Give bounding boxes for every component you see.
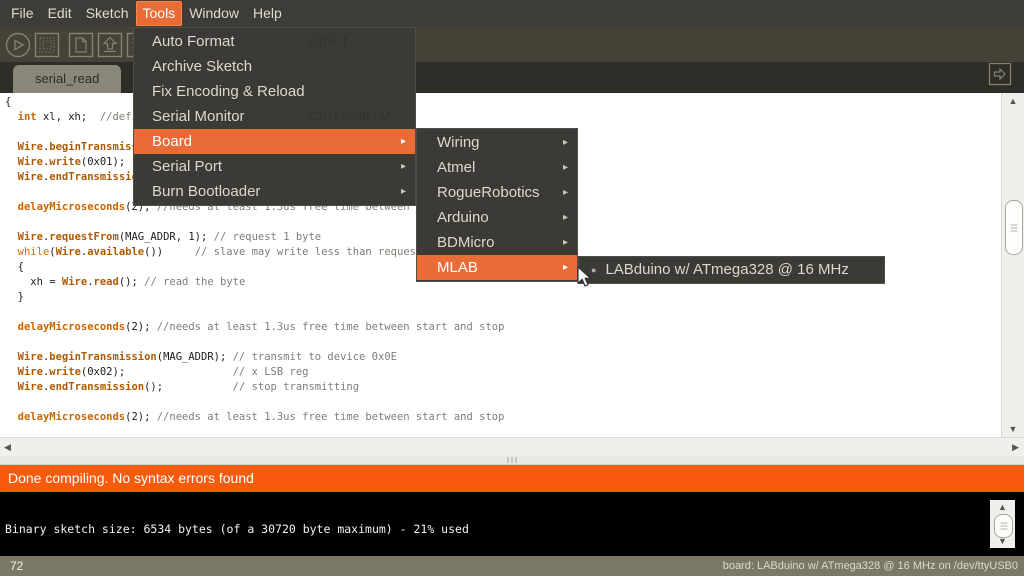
menu-item-label: MLAB [437,259,478,276]
submenu-arrow-icon: ▸ [563,205,568,230]
tools-menu-item-burn-bootloader[interactable]: Burn Bootloader ▸ [134,179,415,204]
menu-item-label: Auto Format [152,33,235,50]
tools-menu-item-serial-monitor[interactable]: Serial Monitor Ctrl+Shift+M [134,104,415,129]
thumb-grip [1011,224,1018,231]
scrollbar-thumb[interactable] [1005,200,1023,255]
code-line: Wire.beginTransmission(MAG_ADDR); // tra… [5,350,504,365]
tools-menu: Auto Format Ctrl+T Archive Sketch Fix Encod… [133,27,416,206]
serial-monitor-button[interactable] [988,62,1012,86]
verify-button[interactable] [5,32,31,58]
tools-menu-item-auto-format[interactable]: Auto Format Ctrl+T [134,29,415,54]
code-line [5,305,504,320]
board-menu-item-wiring[interactable]: Wiring ▸ [417,130,577,155]
thumb-grip [1000,523,1007,530]
console-output: Binary sketch size: 6534 bytes (of a 307… [0,492,1024,556]
menu-item-label: Archive Sketch [152,58,252,75]
footer-status-bar: 72 board: LABduino w/ ATmega328 @ 16 MHz… [0,556,1024,576]
board-menu-item-atmel[interactable]: Atmel ▸ [417,155,577,180]
mlab-submenu: ●LABduino w/ ATmega328 @ 16 MHz [578,256,885,284]
menubar-item-help[interactable]: Help [246,0,289,27]
code-line: } [5,290,504,305]
menu-item-label: BDMicro [437,234,495,251]
code-line: delayMicroseconds(2); //needs at least 1… [5,410,504,425]
splitter-grip-icon [508,457,517,463]
editor-horizontal-scrollbar[interactable]: ◀ ▶ [0,437,1024,456]
menu-item-label: Board [152,133,192,150]
menu-item-shortcut: Ctrl+Shift+M [308,104,391,129]
menubar-item-edit[interactable]: Edit [41,0,79,27]
code-line [5,395,504,410]
submenu-arrow-icon: ▸ [563,255,568,280]
submenu-arrow-icon: ▸ [563,155,568,180]
mouse-cursor [577,266,594,289]
code-line [5,335,504,350]
board-menu-item-roguerobotics[interactable]: RogueRobotics ▸ [417,180,577,205]
serial-monitor-icon [988,62,1012,86]
new-sketch-button[interactable] [68,32,94,58]
console-text: Binary sketch size: 6534 bytes (of a 307… [5,522,469,536]
board-menu-item-mlab[interactable]: MLAB ▸ [417,255,577,280]
submenu-arrow-icon: ▸ [563,130,568,155]
menu-item-label: Atmel [437,159,475,176]
scroll-up-icon[interactable]: ▲ [1002,95,1024,107]
mlab-menu-item-labduino-w-atmega328-16-mhz[interactable]: ●LABduino w/ ATmega328 @ 16 MHz [579,258,884,282]
menu-item-label: Serial Monitor [152,108,245,125]
menu-item-label: Serial Port [152,158,222,175]
menubar-item-sketch[interactable]: Sketch [79,0,136,27]
open-button[interactable] [97,32,123,58]
menubar: FileEditSketchToolsWindowHelp [0,0,1024,27]
up-arrow-icon [97,32,123,58]
tools-menu-item-serial-port[interactable]: Serial Port ▸ [134,154,415,179]
new-file-icon [68,32,94,58]
scroll-up-icon[interactable]: ▲ [990,501,1015,513]
board-menu-item-arduino[interactable]: Arduino ▸ [417,205,577,230]
play-icon [5,32,31,58]
submenu-arrow-icon: ▸ [401,179,406,204]
line-number: 72 [10,556,23,576]
status-message: Done compiling. No syntax errors found [0,465,1024,492]
menu-item-label: Fix Encoding & Reload [152,83,305,100]
console-splitter[interactable] [0,456,1024,464]
submenu-arrow-icon: ▸ [401,129,406,154]
submenu-arrow-icon: ▸ [401,154,406,179]
compile-status-bar: Done compiling. No syntax errors found [0,464,1024,492]
console-scrollbar[interactable]: ▲ ▼ [990,500,1015,548]
menu-item-shortcut: Ctrl+T [308,29,349,54]
menubar-item-window[interactable]: Window [182,0,246,27]
stop-button[interactable] [34,32,60,58]
scroll-right-icon[interactable]: ▶ [1012,441,1019,453]
editor-vertical-scrollbar[interactable]: ▲ ▼ [1001,93,1024,437]
code-line: Wire.write(0x02); // x LSB reg [5,365,504,380]
code-line: Wire.endTransmission(); // stop transmit… [5,380,504,395]
board-port-info: board: LABduino w/ ATmega328 @ 16 MHz on… [723,556,1018,576]
scroll-down-icon[interactable]: ▼ [1002,423,1024,435]
tab-serial-read[interactable]: serial_read [13,65,121,93]
menu-item-label: LABduino w/ ATmega328 @ 16 MHz [605,258,848,282]
stop-icon [34,32,60,58]
scroll-left-icon[interactable]: ◀ [4,441,11,453]
board-menu-item-bdmicro[interactable]: BDMicro ▸ [417,230,577,255]
menubar-item-tools[interactable]: Tools [136,1,183,26]
code-line: delayMicroseconds(2); //needs at least 1… [5,320,504,335]
menubar-item-file[interactable]: File [4,0,41,27]
menu-item-label: Burn Bootloader [152,183,260,200]
menu-item-label: Arduino [437,209,489,226]
menu-item-label: RogueRobotics [437,184,540,201]
scrollbar-thumb[interactable] [994,514,1013,538]
tools-menu-item-board[interactable]: Board ▸ [134,129,415,154]
tools-menu-item-archive-sketch[interactable]: Archive Sketch [134,54,415,79]
submenu-arrow-icon: ▸ [563,180,568,205]
board-submenu: Wiring▸Atmel▸RogueRobotics▸Arduino▸BDMic… [416,128,578,282]
tools-menu-item-fix-encoding-reload[interactable]: Fix Encoding & Reload [134,79,415,104]
submenu-arrow-icon: ▸ [563,230,568,255]
menu-item-label: Wiring [437,134,480,151]
